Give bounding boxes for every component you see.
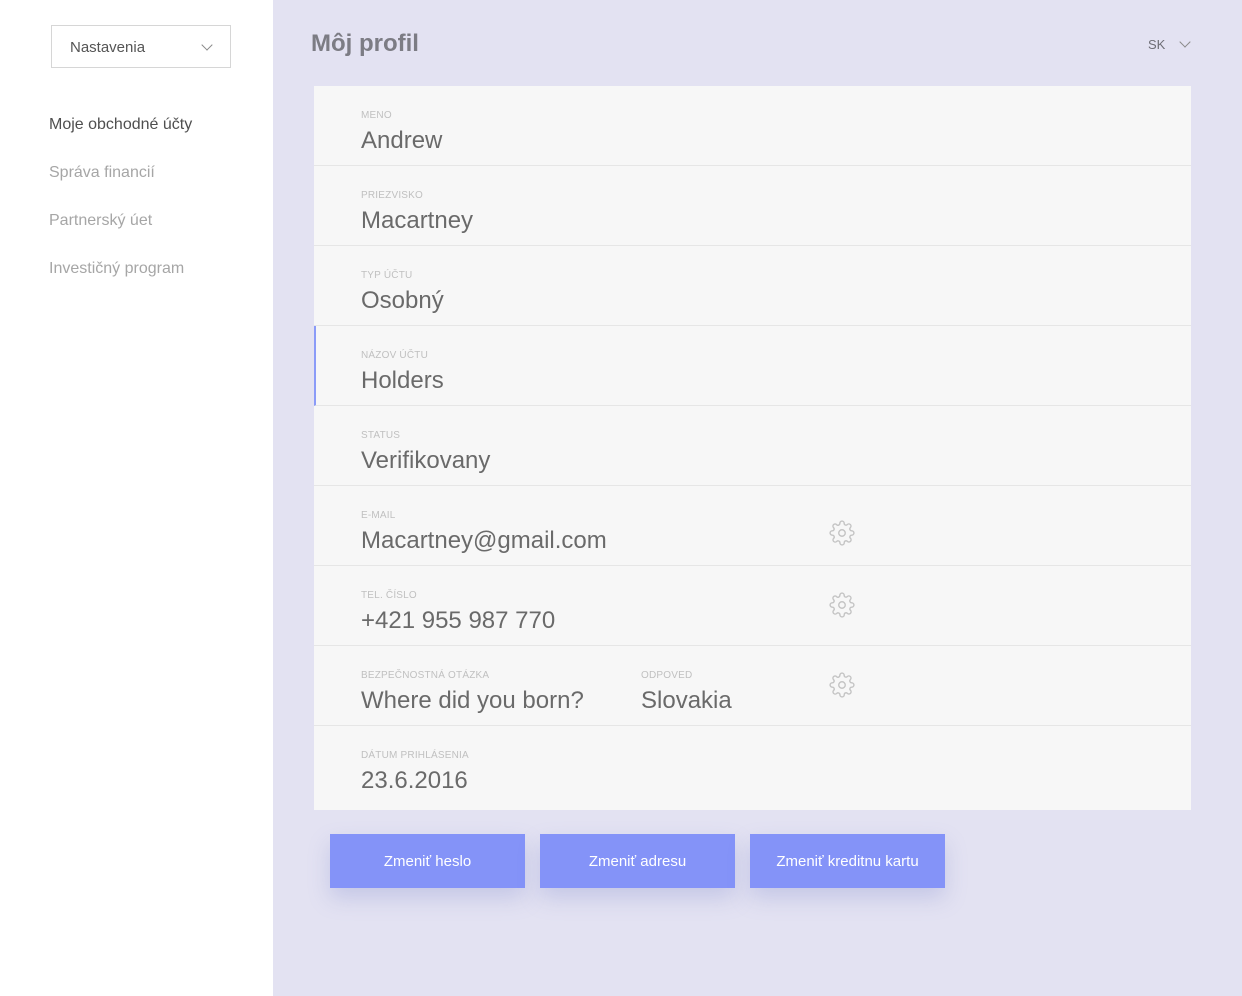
email-label: E-MAIL bbox=[361, 510, 396, 521]
account-name-label: NÁZOV ÚČTU bbox=[361, 350, 428, 361]
gear-icon[interactable] bbox=[829, 520, 855, 546]
last-name-label: PRIEZVISKO bbox=[361, 190, 424, 201]
settings-dropdown[interactable]: Nastavenia bbox=[51, 25, 231, 68]
sidebar-item-finance-management[interactable]: Správa financií bbox=[49, 163, 192, 211]
login-date-value: 23.6.2016 bbox=[361, 767, 468, 794]
sidebar-item-investment-program[interactable]: Investičný program bbox=[49, 259, 192, 307]
first-name-label: MENO bbox=[361, 110, 392, 121]
change-credit-card-button[interactable]: Zmeniť kreditnu kartu bbox=[750, 834, 945, 888]
account-name-value[interactable]: Holders bbox=[361, 366, 444, 396]
phone-field: TEL. ČÍSLO +421 955 987 770 bbox=[314, 566, 1191, 646]
security-question-value[interactable]: Where did you born? bbox=[361, 686, 584, 716]
account-type-field: TYP ÚČTU Osobný bbox=[314, 246, 1191, 326]
page-title: Môj profil bbox=[311, 30, 419, 57]
profile-card: MENO Andrew PRIEZVISKO Macartney TYP ÚČT… bbox=[314, 86, 1191, 810]
email-value[interactable]: Macartney@gmail.com bbox=[361, 526, 607, 556]
status-label: STATUS bbox=[361, 430, 401, 441]
gear-icon[interactable] bbox=[829, 592, 855, 618]
language-selector[interactable]: SK bbox=[1147, 36, 1197, 56]
answer-label: ODPOVED bbox=[641, 670, 693, 681]
language-label: SK bbox=[1148, 37, 1166, 52]
status-value: Verifikovany bbox=[361, 447, 491, 474]
sidebar-nav: Moje obchodné účty Správa financií Partn… bbox=[49, 115, 192, 307]
last-name-field: PRIEZVISKO Macartney bbox=[314, 166, 1191, 246]
gear-icon[interactable] bbox=[829, 672, 855, 698]
security-question-field: BEZPEČNOSTNÁ OTÁZKA Where did you born? … bbox=[314, 646, 1191, 726]
chevron-down-icon bbox=[1179, 36, 1191, 48]
answer-value[interactable]: Slovakia bbox=[641, 686, 732, 716]
change-password-button[interactable]: Zmeniť heslo bbox=[330, 834, 525, 888]
first-name-field: MENO Andrew bbox=[314, 86, 1191, 166]
security-question-label: BEZPEČNOSTNÁ OTÁZKA bbox=[361, 670, 490, 681]
sidebar: Nastavenia Moje obchodné účty Správa fin… bbox=[0, 0, 273, 996]
phone-label: TEL. ČÍSLO bbox=[361, 590, 417, 601]
sidebar-item-business-accounts[interactable]: Moje obchodné účty bbox=[49, 115, 192, 163]
account-name-field: NÁZOV ÚČTU Holders bbox=[314, 326, 1191, 406]
account-type-label: TYP ÚČTU bbox=[361, 270, 413, 281]
login-date-field: DÁTUM PRIHLÁSENIA 23.6.2016 bbox=[314, 726, 1191, 806]
main-content: Môj profil SK MENO Andrew PRIEZVISKO Mac… bbox=[273, 0, 1242, 996]
sidebar-item-partner-account[interactable]: Partnerský úet bbox=[49, 211, 192, 259]
chevron-down-icon bbox=[201, 39, 213, 51]
settings-dropdown-value: Nastavenia bbox=[70, 39, 146, 56]
last-name-value[interactable]: Macartney bbox=[361, 206, 473, 236]
email-field: E-MAIL Macartney@gmail.com bbox=[314, 486, 1191, 566]
login-date-label: DÁTUM PRIHLÁSENIA bbox=[361, 750, 469, 761]
status-field: STATUS Verifikovany bbox=[314, 406, 1191, 486]
change-address-button[interactable]: Zmeniť adresu bbox=[540, 834, 735, 888]
account-type-value[interactable]: Osobný bbox=[361, 286, 444, 316]
phone-value[interactable]: +421 955 987 770 bbox=[361, 606, 555, 636]
first-name-value[interactable]: Andrew bbox=[361, 126, 442, 156]
